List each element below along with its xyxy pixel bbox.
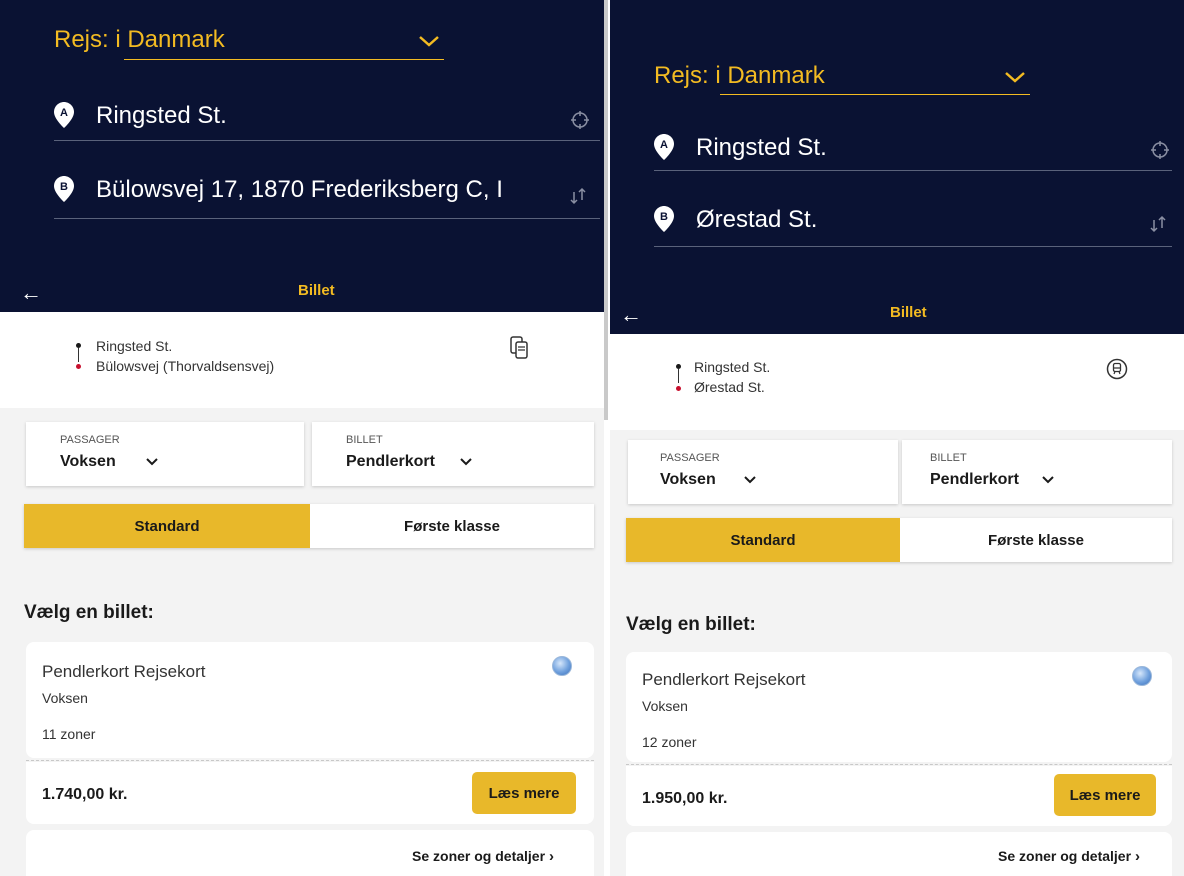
class-first-button[interactable]: Første klasse [900,518,1172,562]
to-underline [654,246,1172,247]
route-destination: Ørestad St. [694,379,765,395]
read-more-button[interactable]: Læs mere [472,772,576,814]
arrow-left-icon[interactable]: ← [20,280,42,306]
price-row: 1.950,00 kr. Læs mere [626,766,1172,826]
map-pin-a-icon: A [54,102,74,128]
header-title: Billet [298,282,335,299]
from-input[interactable]: Ringsted St. [696,134,827,162]
ticket-card-title: Pendlerkort Rejsekort [642,670,806,689]
ticket-card[interactable]: Pendlerkort Rejsekort Voksen 11 zoner [26,642,594,758]
read-more-button[interactable]: Læs mere [1054,774,1156,816]
header-title: Billet [890,304,927,321]
ticket-card-title: Pendlerkort Rejsekort [42,662,206,681]
ticket-label: BILLET [930,452,967,464]
card-divider [626,764,1172,765]
route-line [678,369,679,383]
route-origin: Ringsted St. [694,359,771,375]
ticket-card-zones: 12 zoner [642,734,697,750]
map-pin-a-icon: A [654,134,674,160]
class-standard-button[interactable]: Standard [626,518,900,562]
from-input[interactable]: Ringsted St. [96,102,227,130]
trip-select-underline [124,59,444,60]
zones-details-link[interactable]: Se zoner og detaljer › [998,848,1140,865]
search-header: Rejs: i Danmark A Ringsted St. B Ørestad… [610,0,1184,334]
choose-ticket-heading: Vælg en billet: [24,602,154,623]
chevron-down-icon [744,476,756,484]
ticket-card-passenger: Voksen [42,690,88,706]
route-destination: Bülowsvej (Thorvaldsensvej) [96,358,275,374]
ticket-type-select[interactable]: BILLET Pendlerkort [902,440,1172,504]
passenger-select[interactable]: PASSAGER Voksen [26,422,304,486]
ticket-value: Pendlerkort [346,453,435,470]
to-underline [54,218,600,219]
swap-arrows-icon[interactable] [568,186,588,206]
train-icon [1106,358,1128,380]
trip-type-select[interactable]: Rejs: i Danmark [654,62,825,90]
passenger-select[interactable]: PASSAGER Voksen [628,440,898,504]
ticket-radio[interactable] [1132,666,1152,686]
choose-ticket-heading: Vælg en billet: [626,614,756,635]
ticket-value: Pendlerkort [930,471,1019,488]
from-underline [54,140,600,141]
class-standard-button[interactable]: Standard [24,504,310,548]
svg-text:A: A [660,139,668,151]
ticket-radio[interactable] [552,656,572,676]
chevron-down-icon[interactable] [418,34,440,48]
chevron-down-icon [460,458,472,466]
card-icon [510,336,528,359]
ticket-card-zones: 11 zoner [42,726,96,742]
trip-type-label: Rejs: i Danmark [54,26,225,53]
svg-text:A: A [60,107,68,119]
route-line [78,348,79,362]
passenger-label: PASSAGER [660,452,720,464]
destination-dot [76,364,81,369]
trip-select-underline [720,94,1030,95]
zones-details-link[interactable]: Se zoner og detaljer › [412,848,554,865]
passenger-label: PASSAGER [60,434,120,446]
ticket-card-passenger: Voksen [642,698,688,714]
to-input[interactable]: Bülowsvej 17, 1870 Frederiksberg C, I [96,176,546,204]
chevron-down-icon[interactable] [1004,70,1026,84]
arrow-left-icon[interactable]: ← [620,302,642,328]
class-toggle: Standard Første klasse [24,504,594,548]
to-input[interactable]: Ørestad St. [696,206,817,234]
svg-text:B: B [660,211,668,223]
route-summary: Ringsted St. Ørestad St. [610,334,1184,430]
ticket-price: 1.740,00 kr. [42,786,128,803]
ticket-price: 1.950,00 kr. [642,790,728,807]
ticket-type-select[interactable]: BILLET Pendlerkort [312,422,594,486]
route-summary: Ringsted St. Bülowsvej (Thorvaldsensvej) [0,312,604,408]
price-row: 1.740,00 kr. Læs mere [26,762,594,824]
ticket-card[interactable]: Pendlerkort Rejsekort Voksen 12 zoner [626,652,1172,762]
crosshair-icon[interactable] [1150,140,1170,160]
search-header: Rejs: i Danmark A Ringsted St. B Bülowsv… [0,0,604,312]
swap-arrows-icon[interactable] [1148,214,1168,234]
destination-dot [676,386,681,391]
chevron-down-icon [1042,476,1054,484]
zones-details-row[interactable]: Se zoner og detaljer › [626,832,1172,876]
crosshair-icon[interactable] [570,110,590,130]
map-pin-b-icon: B [654,206,674,232]
right-panel: Rejs: i Danmark A Ringsted St. B Ørestad… [610,0,1184,876]
ticket-label: BILLET [346,434,383,446]
class-toggle: Standard Første klasse [626,518,1172,562]
svg-text:B: B [60,181,68,193]
zones-details-row[interactable]: Se zoner og detaljer › [26,830,594,876]
card-divider [26,760,594,761]
class-first-button[interactable]: Første klasse [310,504,594,548]
trip-type-label: Rejs: i Danmark [654,62,825,89]
trip-type-select[interactable]: Rejs: i Danmark [54,26,225,54]
passenger-value: Voksen [660,471,716,488]
from-underline [654,170,1172,171]
route-origin: Ringsted St. [96,338,173,354]
chevron-down-icon [146,458,158,466]
map-pin-b-icon: B [54,176,74,202]
passenger-value: Voksen [60,453,116,470]
left-panel: Rejs: i Danmark A Ringsted St. B Bülowsv… [0,0,604,876]
